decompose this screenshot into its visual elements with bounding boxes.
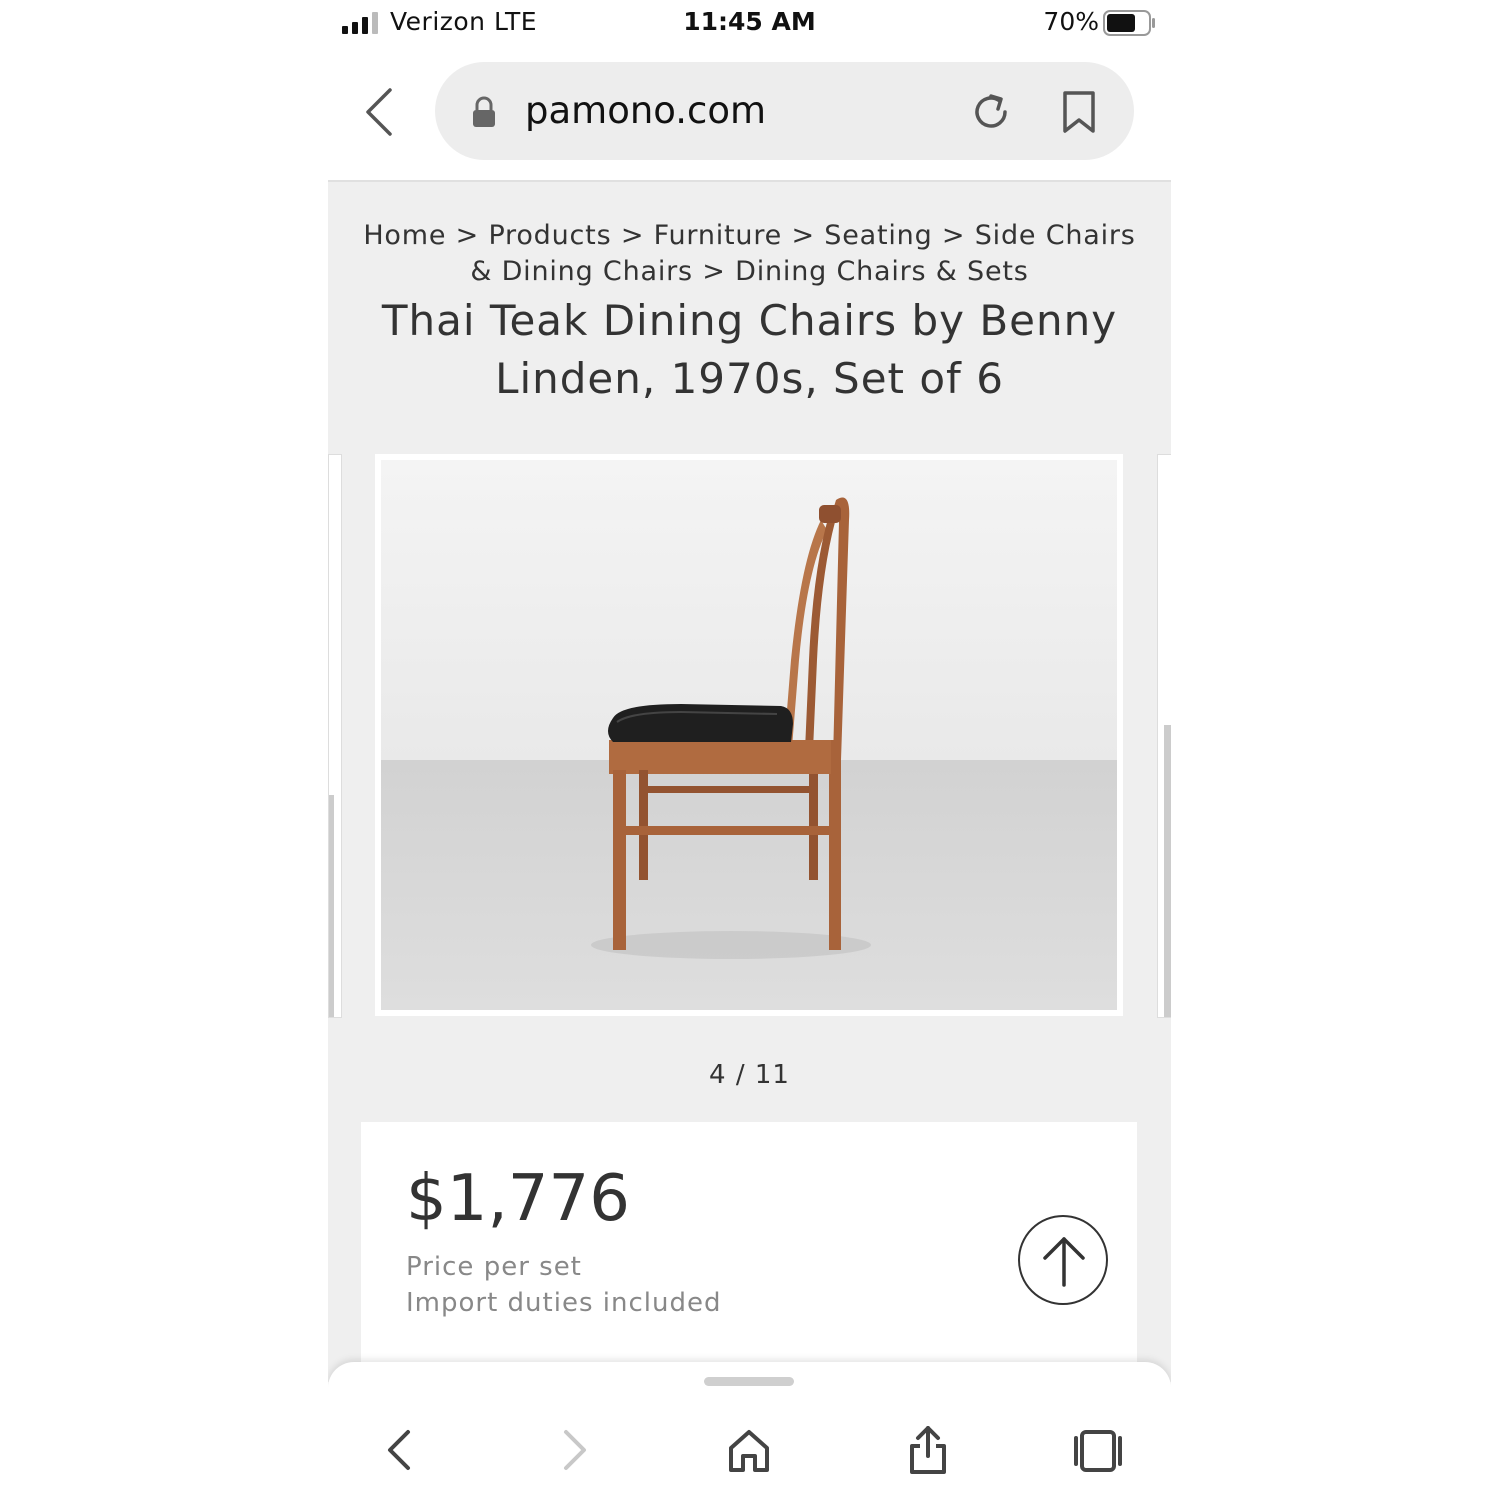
breadcrumb-dining-sets[interactable]: Dining Chairs & Sets [735,256,1029,287]
breadcrumb-separator: > [455,220,489,251]
chair-photo [381,460,1117,1010]
breadcrumb-seating[interactable]: Seating [824,220,932,251]
lock-icon [473,96,495,127]
back-chevron-icon[interactable] [358,86,402,138]
breadcrumb-products[interactable]: Products [488,220,611,251]
url-bar[interactable]: pamono.com [435,62,1134,160]
url-text[interactable]: pamono.com [525,89,766,132]
breadcrumb-furniture[interactable]: Furniture [654,220,782,251]
price-note: Price per set [406,1252,582,1282]
breadcrumb-separator: > [702,256,736,287]
forward-icon[interactable] [550,1426,598,1474]
image-counter: 4 / 11 [709,1060,790,1090]
browser-toolbar [328,1362,1171,1500]
price: $1,776 [406,1162,630,1236]
product-title: Thai Teak Dining Chairs by Benny Linden,… [381,296,1118,403]
reload-icon[interactable] [969,90,1013,134]
battery-percent: 70% [1043,7,1099,36]
import-duties-note: Import duties included [406,1288,722,1318]
breadcrumb-separator: > [941,220,975,251]
price-card: $1,776 Price per set Import duties inclu… [361,1122,1137,1382]
breadcrumb: Home > Products > Furniture > Seating > … [348,218,1151,290]
breadcrumb-home[interactable]: Home [363,220,446,251]
arrow-up-icon [1043,1237,1085,1287]
breadcrumb-separator: > [620,220,654,251]
product-image-slide[interactable] [375,454,1123,1016]
previous-slide-peek[interactable] [328,454,342,1018]
bookmark-icon[interactable] [1061,90,1097,134]
status-bar: Verizon LTE 11:45 AM 70% [328,0,1171,46]
drag-handle[interactable] [704,1377,794,1386]
phone-screen: Verizon LTE 11:45 AM 70% pamono.com Home… [328,0,1171,1500]
battery-icon [1103,10,1155,36]
tabs-icon[interactable] [1074,1426,1122,1474]
share-icon[interactable] [904,1426,952,1474]
back-icon[interactable] [376,1426,424,1474]
next-slide-peek[interactable] [1157,454,1171,1018]
scroll-to-top-button[interactable] [1018,1215,1108,1305]
breadcrumb-separator: > [791,220,825,251]
product-page: Home > Products > Furniture > Seating > … [328,180,1171,1382]
home-icon[interactable] [725,1426,773,1474]
